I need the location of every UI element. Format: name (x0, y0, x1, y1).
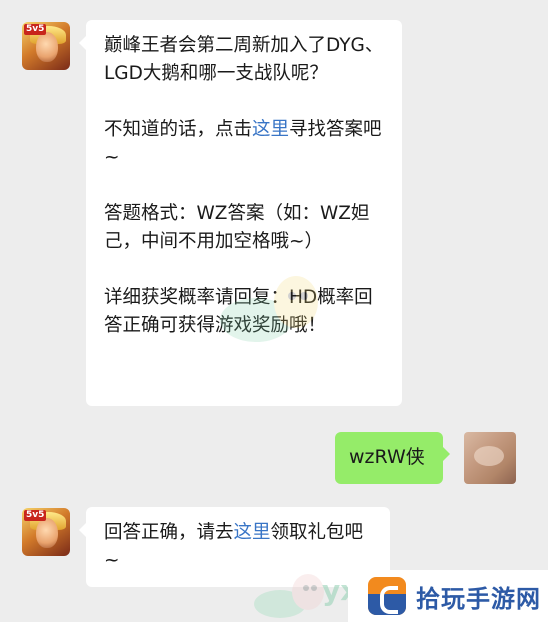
message-bubble-question: 巅峰王者会第二周新加入了DYG、LGD大鹅和哪一支战队呢？ 不知道的话，点击这里… (79, 20, 402, 406)
reply-text: wzRW侠 (349, 446, 425, 468)
brand-logo-icon (368, 577, 406, 615)
game-logo: 5v5 (24, 510, 47, 521)
avatar-face (36, 32, 58, 62)
hint-text: 不知道的话，点击这里寻找答案吧~ (104, 116, 388, 172)
game-avatar[interactable]: 5v5 (22, 508, 70, 556)
format-text: 答题格式：WZ答案（如：WZ妲己，中间不用加空格哦~） (104, 203, 370, 252)
prize-text: 详细获奖概率请回复：HD概率回答正确可获得游戏奖励哦！ (104, 287, 373, 336)
hint-prefix: 不知道的话，点击 (104, 119, 253, 140)
game-avatar[interactable]: 5v5 (22, 22, 70, 70)
message-bubble-reply: wzRW侠 (335, 432, 450, 484)
question-text: 巅峰王者会第二周新加入了DYG、LGD大鹅和哪一支战队呢？ (104, 35, 384, 84)
avatar-face (36, 518, 58, 548)
brand-name: 拾玩手游网 (416, 584, 541, 613)
answer-prefix: 回答正确，请去 (104, 522, 234, 543)
answer-link[interactable]: 这里 (234, 522, 271, 543)
hint-link[interactable]: 这里 (252, 119, 289, 140)
game-logo: 5v5 (24, 24, 47, 35)
user-avatar[interactable] (464, 432, 516, 484)
brand-badge: 拾玩手游网 (348, 570, 548, 622)
